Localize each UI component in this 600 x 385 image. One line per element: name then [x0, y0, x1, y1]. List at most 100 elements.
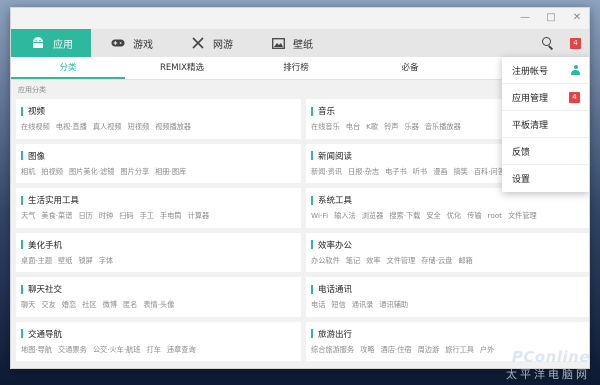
- category-tag[interactable]: 违章查询: [167, 345, 196, 355]
- category-tag[interactable]: 手工: [140, 211, 154, 221]
- category-card[interactable]: 聊天社交聊天 交友 婚恋 社区 微博 匿名 表情·头像: [16, 277, 301, 317]
- category-card[interactable]: 电话通讯电话 短信 通讯录 通讯辅助: [306, 277, 589, 317]
- category-tag[interactable]: 旅行工具: [445, 345, 474, 355]
- category-tag[interactable]: 搞笑: [453, 167, 467, 177]
- category-tag[interactable]: root: [488, 211, 502, 221]
- category-tag[interactable]: 电话: [311, 300, 325, 310]
- category-tag[interactable]: 输入法: [334, 211, 356, 221]
- category-tag[interactable]: 通讯辅助: [379, 300, 408, 310]
- category-tag[interactable]: 社区: [82, 300, 96, 310]
- category-title[interactable]: 生活实用工具: [21, 193, 295, 207]
- category-tag[interactable]: 酒店·住宿: [381, 345, 412, 355]
- category-tag[interactable]: 铃声: [384, 122, 398, 132]
- category-card[interactable]: 效率办公 办公软件 笔记 效率 文件管理 存储·云盘 邮箱: [306, 232, 589, 272]
- category-tag[interactable]: 扫码: [119, 211, 133, 221]
- maximize-icon[interactable]: □: [545, 12, 557, 24]
- category-tag[interactable]: 电视·直播: [56, 122, 87, 132]
- category-tag[interactable]: 浏览器: [362, 211, 384, 221]
- category-tag[interactable]: 新闻·资讯: [311, 167, 342, 177]
- category-card[interactable]: 视频 在线视频 电视·直播 真人视频 短视频 视频播放器: [16, 99, 301, 139]
- nav-item-wallpapers[interactable]: 壁纸: [251, 29, 331, 57]
- category-tag[interactable]: 效率: [366, 256, 380, 266]
- nav-item-games[interactable]: 游戏: [91, 29, 171, 57]
- category-tag[interactable]: 户外: [480, 345, 494, 355]
- category-tag[interactable]: 漫画: [433, 167, 447, 177]
- category-tag[interactable]: 文件管理: [508, 211, 537, 221]
- category-tag[interactable]: 美食·菜谱: [41, 211, 72, 221]
- category-tag[interactable]: 在线音乐: [311, 122, 340, 132]
- search-icon[interactable]: [542, 37, 554, 49]
- category-tag[interactable]: 音乐播放器: [425, 122, 461, 132]
- menu-item-feedback[interactable]: 反馈: [502, 138, 589, 165]
- category-tag[interactable]: 锁屏: [78, 256, 92, 266]
- nav-item-online-games[interactable]: 网游: [171, 29, 251, 57]
- category-tag[interactable]: 桌面·主题: [21, 256, 52, 266]
- tab-remix[interactable]: REMIX精选: [125, 57, 239, 79]
- category-tag[interactable]: 电子书: [385, 167, 407, 177]
- category-tag[interactable]: 乐器: [404, 122, 418, 132]
- category-tag[interactable]: 婚恋: [62, 300, 76, 310]
- menu-item-settings[interactable]: 设置: [502, 165, 589, 192]
- category-tag[interactable]: 真人视频: [93, 122, 122, 132]
- tab-categories[interactable]: 分类: [11, 57, 125, 79]
- category-card[interactable]: 美化手机桌面·主题 壁纸 锁屏 字体: [16, 232, 301, 272]
- category-tag[interactable]: 邮箱: [458, 256, 472, 266]
- category-tag[interactable]: 百科·问答: [474, 167, 505, 177]
- category-title[interactable]: 图像: [21, 149, 295, 163]
- category-tag[interactable]: 聊天: [21, 300, 35, 310]
- category-tag[interactable]: 文件管理: [387, 256, 416, 266]
- category-title[interactable]: 旅游出行: [311, 327, 585, 341]
- category-tag[interactable]: 通讯录: [352, 300, 374, 310]
- menu-item-register[interactable]: 注册帐号: [502, 57, 589, 84]
- category-title[interactable]: 视频: [21, 104, 295, 118]
- category-tag[interactable]: 公交·火车·航班: [93, 345, 141, 355]
- category-tag[interactable]: 图片美化·滤镜: [69, 167, 114, 177]
- category-tag[interactable]: 综合旅游服务: [311, 345, 354, 355]
- category-tag[interactable]: 优化: [447, 211, 461, 221]
- tab-essentials[interactable]: 必备: [353, 57, 467, 79]
- notification-badge[interactable]: 4: [570, 37, 581, 49]
- category-title[interactable]: 美化手机: [21, 238, 295, 252]
- category-tag[interactable]: 相册·图库: [155, 167, 186, 177]
- category-title[interactable]: 系统工具: [311, 193, 585, 207]
- category-tag[interactable]: Wi-Fi: [311, 211, 328, 221]
- category-card[interactable]: 图像 相机 拍视频 图片美化·滤镜 图片分享 相册·图库: [16, 143, 301, 183]
- category-tag[interactable]: 交友: [41, 300, 55, 310]
- category-title[interactable]: 聊天社交: [21, 282, 295, 296]
- category-title[interactable]: 电话通讯: [311, 282, 585, 296]
- category-tag[interactable]: 日历: [78, 211, 92, 221]
- category-tag[interactable]: 图片分享: [120, 167, 149, 177]
- category-tag[interactable]: 微博: [103, 300, 117, 310]
- category-tag[interactable]: 在线视频: [21, 122, 50, 132]
- category-tag[interactable]: 表情·头像: [143, 300, 174, 310]
- category-tag[interactable]: 短信: [331, 300, 345, 310]
- category-tag[interactable]: 时钟: [99, 211, 113, 221]
- category-tag[interactable]: 匿名: [123, 300, 137, 310]
- category-tag[interactable]: 办公软件: [311, 256, 340, 266]
- category-card[interactable]: 系统工具 Wi-Fi 输入法 浏览器 搜索·下载 安全 优化 传输 root 文件管理: [306, 188, 589, 228]
- category-tag[interactable]: 计算器: [188, 211, 210, 221]
- category-tag[interactable]: 电台: [346, 122, 360, 132]
- category-tag[interactable]: 相机: [21, 167, 35, 177]
- category-card[interactable]: 交通导航 地图·导航 交通票务 公交·火车·航班 打车 违章查询: [16, 321, 301, 361]
- menu-item-cleanup[interactable]: 平板清理: [502, 111, 589, 138]
- category-tag[interactable]: 交通票务: [58, 345, 87, 355]
- category-tag[interactable]: 字体: [99, 256, 113, 266]
- category-tag[interactable]: 搜索·下载: [389, 211, 420, 221]
- category-title[interactable]: 效率办公: [311, 238, 585, 252]
- category-tag[interactable]: 听书: [413, 167, 427, 177]
- category-tag[interactable]: 传输: [467, 211, 481, 221]
- category-tag[interactable]: 安全: [426, 211, 440, 221]
- category-tag[interactable]: 壁纸: [58, 256, 72, 266]
- category-tag[interactable]: 存储·云盘: [421, 256, 452, 266]
- menu-item-app-manager[interactable]: 应用管理 4: [502, 84, 589, 111]
- category-card[interactable]: 生活实用工具 天气 美食·菜谱 日历 时钟 扫码 手工 手电筒 计算器: [16, 188, 301, 228]
- category-title[interactable]: 交通导航: [21, 327, 295, 341]
- category-tag[interactable]: 日报·杂志: [348, 167, 379, 177]
- nav-item-apps[interactable]: 应用: [11, 29, 91, 57]
- category-tag[interactable]: 攻略: [360, 345, 374, 355]
- category-tag[interactable]: K歌: [366, 122, 378, 132]
- category-tag[interactable]: 打车: [147, 345, 161, 355]
- category-tag[interactable]: 短视频: [128, 122, 150, 132]
- category-tag[interactable]: 天气: [21, 211, 35, 221]
